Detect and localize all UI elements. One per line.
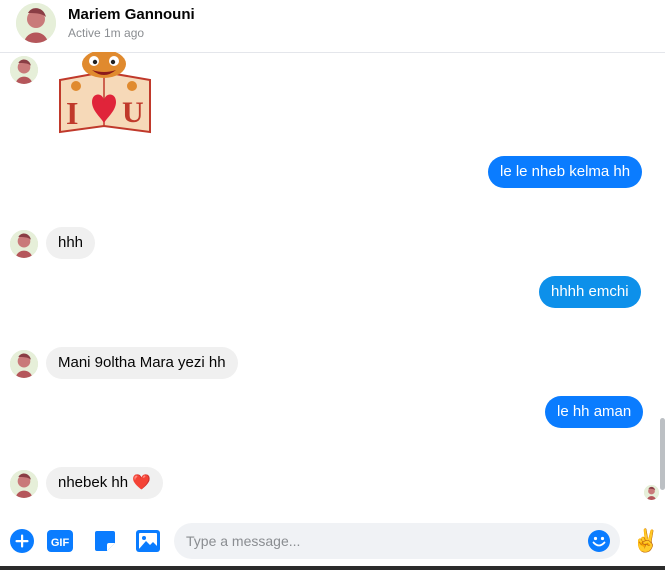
contact-avatar[interactable] bbox=[16, 3, 56, 43]
message-input[interactable] bbox=[186, 523, 576, 559]
message-input-container bbox=[174, 523, 620, 559]
love-sticker[interactable]: I U bbox=[52, 50, 158, 140]
scrollbar-thumb[interactable] bbox=[660, 418, 665, 490]
svg-text:I: I bbox=[66, 95, 78, 131]
incoming-message[interactable]: hhh bbox=[46, 227, 96, 259]
svg-text:U: U bbox=[122, 96, 144, 129]
active-status: Active 1m ago bbox=[68, 26, 145, 40]
gif-icon[interactable]: GIF bbox=[47, 528, 73, 554]
emoji-icon[interactable] bbox=[588, 530, 610, 552]
seen-indicator-avatar bbox=[644, 485, 659, 500]
contact-avatar-small bbox=[10, 470, 38, 498]
heart-emoji: ❤️ bbox=[132, 474, 151, 491]
outgoing-message[interactable]: hhhh emchi bbox=[539, 276, 641, 308]
incoming-message[interactable]: nhebek hh ❤️ bbox=[46, 467, 163, 499]
outgoing-message[interactable]: le hh aman bbox=[545, 396, 644, 428]
image-icon[interactable] bbox=[135, 528, 161, 554]
plus-icon[interactable] bbox=[9, 528, 35, 554]
svg-text:GIF: GIF bbox=[51, 537, 70, 549]
outgoing-message[interactable]: le le nheb kelma hh bbox=[488, 156, 643, 188]
contact-avatar-small bbox=[10, 350, 38, 378]
incoming-message[interactable]: Mani 9oltha Mara yezi hh bbox=[46, 347, 238, 379]
contact-avatar-small bbox=[10, 230, 38, 258]
message-text: nhebek hh bbox=[58, 474, 129, 491]
contact-avatar-small bbox=[10, 56, 38, 84]
contact-name[interactable]: Mariem Gannouni bbox=[68, 6, 195, 23]
window-bottom-edge bbox=[0, 566, 665, 570]
conversation-header: Mariem Gannouni Active 1m ago bbox=[0, 0, 665, 53]
victory-hand-icon[interactable]: ✌️ bbox=[632, 529, 659, 553]
sticker-icon[interactable] bbox=[92, 528, 118, 554]
